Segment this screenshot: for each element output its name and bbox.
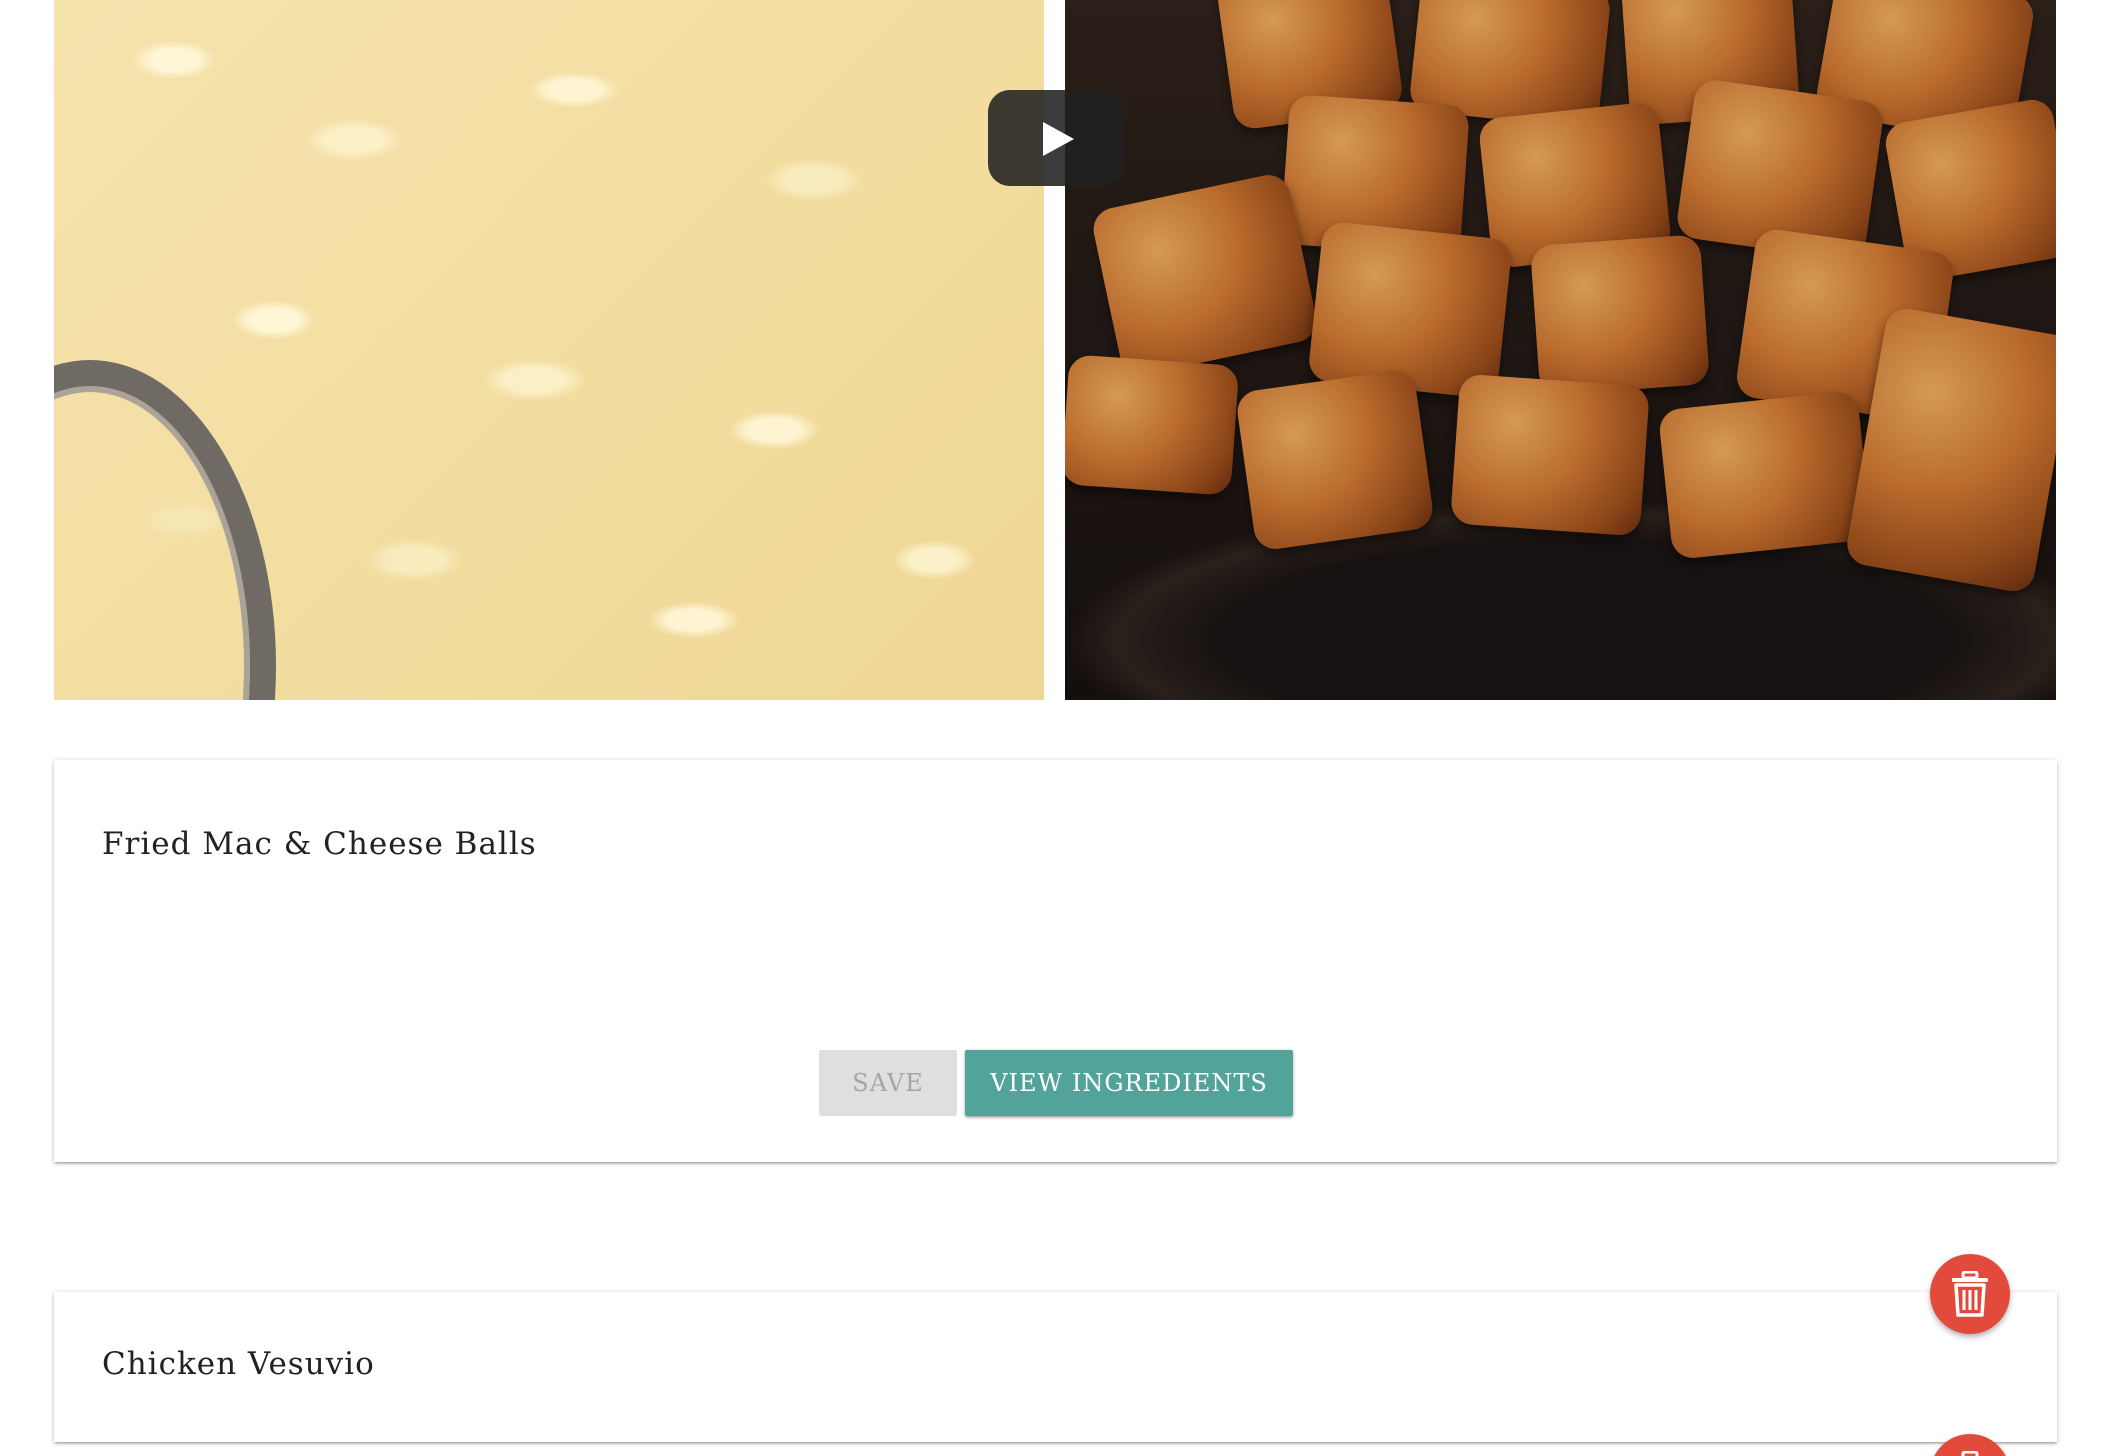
- trash-icon: [1952, 1271, 1988, 1317]
- save-button[interactable]: Save: [819, 1050, 957, 1116]
- video-play-button[interactable]: [988, 90, 1124, 186]
- play-icon: [1043, 122, 1074, 156]
- delete-recipe-button[interactable]: [1930, 1254, 2010, 1334]
- view-ingredients-button[interactable]: View Ingredients: [965, 1050, 1293, 1116]
- fried-mac-cheese-bites-image: [1065, 0, 2056, 700]
- trash-icon: [1961, 1451, 1979, 1456]
- recipe-card: Fried Mac & Cheese Balls Save View Ingre…: [54, 760, 2057, 1162]
- page: Fried Mac & Cheese Balls Save View Ingre…: [0, 0, 2114, 1456]
- recipe-video[interactable]: [54, 0, 2056, 700]
- mac-and-cheese-image: [54, 0, 1044, 700]
- recipe-title: Chicken Vesuvio: [102, 1346, 375, 1382]
- recipe-title: Fried Mac & Cheese Balls: [102, 826, 537, 862]
- recipe-card: Chicken Vesuvio: [54, 1292, 2057, 1442]
